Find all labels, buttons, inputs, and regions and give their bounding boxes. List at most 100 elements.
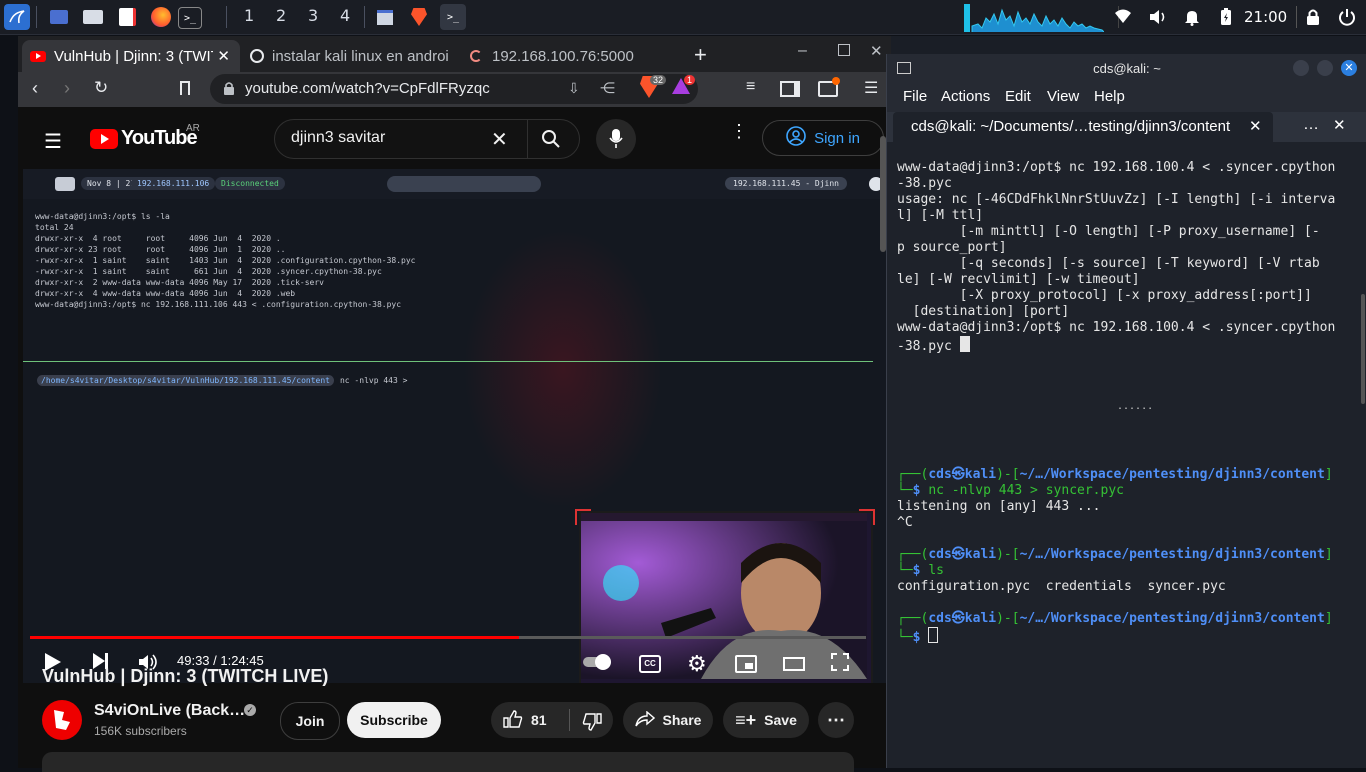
clock[interactable]: 21:00	[1244, 8, 1287, 26]
window-button-app[interactable]	[372, 4, 398, 30]
wifi-icon[interactable]	[1114, 8, 1132, 28]
terminal-tab-menu-icon[interactable]: …	[1303, 116, 1319, 134]
tab-bar: VulnHub | Djinn: 3 (TWIT ✕ instalar kali…	[18, 36, 891, 72]
text-editor-icon[interactable]	[114, 4, 140, 30]
workspace-1[interactable]: 1	[244, 6, 254, 25]
terminal-maximize-button[interactable]	[1317, 60, 1333, 76]
video-player[interactable]: Nov 8 | 21:30 192.168.111.106 Disconnect…	[23, 169, 889, 683]
webcam-overlay	[579, 511, 873, 683]
bookmark-icon[interactable]	[180, 81, 190, 95]
taskbar: >_ 1 2 3 4 >_ 21:00	[0, 0, 1366, 35]
wallet-notification-dot	[832, 77, 840, 85]
close-window-button[interactable]: ✕	[870, 42, 883, 60]
menu-help[interactable]: Help	[1094, 88, 1125, 105]
theater-mode-icon[interactable]	[783, 657, 805, 671]
forward-icon[interactable]: ›	[64, 78, 70, 99]
terminal-output[interactable]: www-data@djinn3:/opt$ nc 192.168.100.4 <…	[897, 144, 1357, 678]
miniplayer-icon[interactable]	[735, 655, 757, 673]
window-button-terminal[interactable]: >_	[440, 4, 466, 30]
battery-icon[interactable]	[1220, 8, 1232, 31]
voice-search-icon[interactable]	[596, 119, 636, 159]
workspace-4[interactable]: 4	[340, 6, 350, 25]
more-actions-icon[interactable]: ⋯	[818, 702, 854, 738]
terminal-cursor-upper	[959, 336, 970, 352]
menu-view[interactable]: View	[1047, 88, 1079, 105]
workspace-3[interactable]: 3	[308, 6, 318, 25]
desktop-icon[interactable]	[46, 4, 72, 30]
terminal-tab-title: cds@kali: ~/Documents/…testing/djinn3/co…	[911, 118, 1231, 135]
share-button[interactable]: Share	[623, 702, 713, 738]
clear-search-icon[interactable]: ✕	[491, 127, 508, 152]
fullscreen-icon[interactable]	[831, 653, 849, 671]
power-icon[interactable]	[1338, 8, 1356, 31]
prompt-path: ~/…/Workspace/pentesting/djinn3/content	[1019, 467, 1325, 482]
like-count[interactable]: 81	[531, 712, 547, 728]
youtube-favicon-icon	[30, 50, 46, 62]
notifications-bell-icon[interactable]	[1184, 8, 1200, 31]
address-bar[interactable]: youtube.com/watch?v=CpFdlFRyzqc ⇩ ⋲	[210, 74, 698, 104]
description-box[interactable]	[42, 752, 854, 772]
search-icon[interactable]	[541, 129, 561, 154]
terminal-tab[interactable]: cds@kali: ~/Documents/…testing/djinn3/co…	[893, 112, 1273, 142]
terminal-cursor	[928, 627, 939, 643]
youtube-logo[interactable]: YouTube	[90, 127, 198, 150]
sign-in-button[interactable]: Sign in	[762, 120, 884, 156]
minimize-button[interactable]: –	[798, 42, 807, 60]
subscriber-count: 156K subscribers	[94, 724, 187, 738]
kali-menu-icon[interactable]	[4, 4, 30, 30]
new-tab-button[interactable]: +	[694, 42, 707, 68]
terminal-window: cds@kali: ~ ✕ File Actions Edit View Hel…	[886, 54, 1366, 768]
tab-localhost[interactable]: 192.168.100.76:5000	[468, 40, 698, 72]
settings-more-icon[interactable]: ⋮	[730, 122, 748, 140]
search-input[interactable]: djinn3 savitar	[291, 129, 385, 147]
lock-icon[interactable]	[1306, 8, 1320, 31]
video-ip-right-chip: 192.168.111.45 - Djinn	[725, 177, 847, 190]
settings-gear-icon[interactable]: ⚙	[687, 651, 707, 677]
back-icon[interactable]: ‹	[32, 78, 38, 99]
autoplay-toggle[interactable]	[583, 654, 611, 670]
hamburger-menu-icon[interactable]: ☰	[44, 129, 62, 154]
terminal-launcher-icon[interactable]: >_	[178, 7, 202, 29]
browser-menu-icon[interactable]: ☰	[864, 78, 878, 98]
menu-file[interactable]: File	[903, 88, 927, 105]
maximize-button[interactable]	[838, 44, 850, 56]
join-button[interactable]: Join	[280, 702, 340, 740]
channel-name[interactable]: S4viOnLive (Back…	[94, 702, 245, 720]
captions-icon[interactable]: CC	[639, 655, 661, 673]
channel-avatar[interactable]	[42, 700, 82, 740]
menu-edit[interactable]: Edit	[1005, 88, 1031, 105]
youtube-header: ☰ YouTube AR djinn3 savitar ✕ ⋮ Sign in	[18, 107, 891, 169]
terminal-menubar: File Actions Edit View Help	[887, 84, 1366, 112]
menu-actions[interactable]: Actions	[941, 88, 990, 105]
sidebar-icon[interactable]	[780, 81, 800, 97]
like-icon[interactable]	[503, 709, 523, 731]
playlist-icon[interactable]: ≡	[746, 78, 755, 96]
volume-icon[interactable]	[1148, 8, 1168, 31]
video-title: VulnHub | Djinn: 3 (TWITCH LIVE)	[42, 666, 329, 686]
files-icon[interactable]	[80, 4, 106, 30]
search-box[interactable]: djinn3 savitar ✕	[274, 119, 580, 159]
tab-close-icon[interactable]: ✕	[213, 47, 230, 65]
install-app-icon[interactable]: ⇩	[568, 80, 580, 97]
terminal-scrollbar[interactable]	[1361, 294, 1365, 404]
reload-icon[interactable]: ↻	[94, 78, 108, 98]
command-ls: ls	[928, 563, 944, 578]
subscribe-button[interactable]: Subscribe	[347, 702, 441, 738]
workspace-2[interactable]: 2	[276, 6, 286, 25]
dislike-icon[interactable]	[582, 710, 602, 731]
terminal-close-button[interactable]: ✕	[1341, 60, 1357, 76]
tab-google[interactable]: instalar kali linux en androi	[246, 40, 468, 72]
video-workspace-dots	[387, 176, 541, 192]
terminal-minimize-button[interactable]	[1293, 60, 1309, 76]
command-nc: nc -nlvp 443 > syncer.pyc	[928, 483, 1124, 498]
terminal-close-tab-icon[interactable]: ✕	[1333, 116, 1346, 134]
terminal-tab-close-icon[interactable]: ✕	[1249, 117, 1262, 135]
share-icon[interactable]: ⋲	[600, 79, 615, 97]
terminal-pane-divider: ......	[1117, 401, 1154, 412]
tab-youtube[interactable]: VulnHub | Djinn: 3 (TWIT ✕	[22, 40, 240, 72]
brave-icon[interactable]	[406, 4, 432, 30]
terminal-titlebar: cds@kali: ~ ✕	[887, 54, 1366, 84]
progress-played	[30, 636, 520, 639]
save-button[interactable]: ≡+ Save	[723, 702, 809, 738]
firefox-icon[interactable]	[148, 4, 174, 30]
